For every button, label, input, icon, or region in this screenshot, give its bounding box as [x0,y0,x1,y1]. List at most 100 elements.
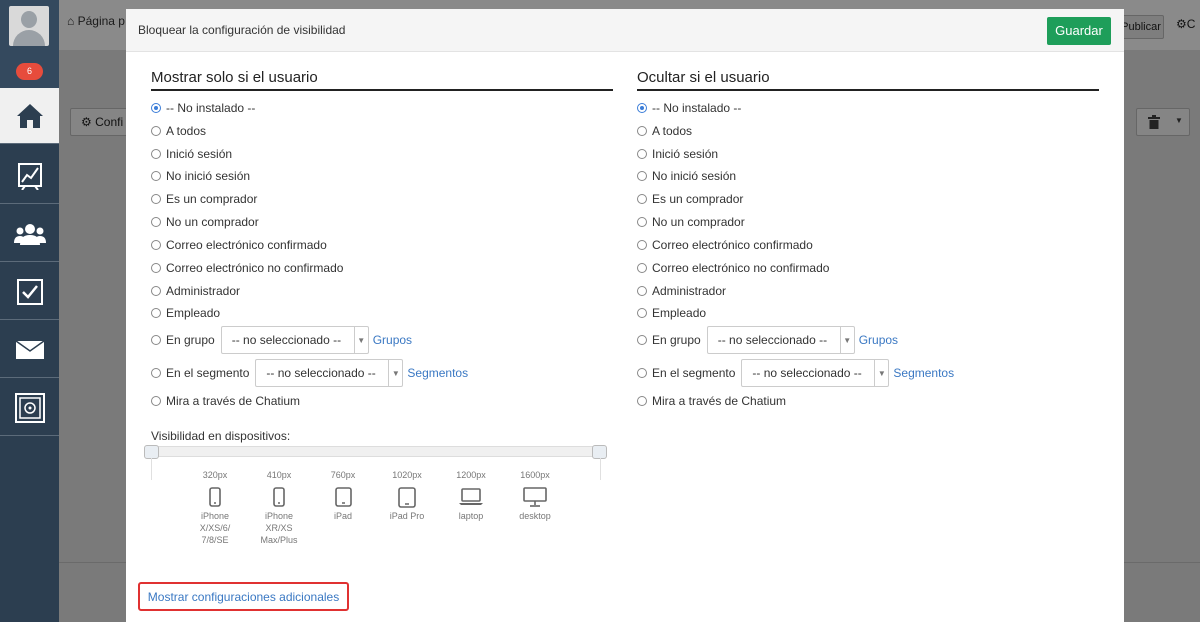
devices-slider-track[interactable] [151,446,606,457]
show-option[interactable]: Inició sesión [151,146,232,162]
radio-button[interactable] [637,217,647,227]
radio-button[interactable] [637,126,647,136]
sidebar-item-users[interactable] [0,206,59,262]
radio-button[interactable] [151,263,161,273]
publish-button[interactable]: Publicar [1118,15,1164,39]
option-label: Es un comprador [652,192,744,206]
modal-header: Bloquear la configuración de visibilidad… [126,9,1124,52]
device-name: iPad [333,511,352,521]
radio-button[interactable] [637,286,647,296]
sidebar-item-stats[interactable] [0,148,59,204]
slider-handle-max[interactable] [592,445,607,459]
radio-button[interactable] [637,263,647,273]
show-option[interactable]: No un comprador [151,214,259,230]
radio-button[interactable] [151,368,161,378]
hide-option-chatium[interactable]: Mira a través de Chatium [637,393,786,409]
radio-button[interactable] [637,396,647,406]
hide-option[interactable]: -- No instalado -- [637,100,741,116]
hide-option[interactable]: Inició sesión [637,146,718,162]
radio-button[interactable] [637,103,647,113]
sidebar-item-safe[interactable] [0,380,59,436]
radio-button[interactable] [637,368,647,378]
radio-button[interactable] [151,308,161,318]
groups-link[interactable]: Grupos [373,333,412,347]
hide-option[interactable]: Correo electrónico confirmado [637,237,813,253]
modal-title: Bloquear la configuración de visibilidad [138,23,346,37]
hide-option[interactable]: A todos [637,123,692,139]
chevron-down-icon: ▼ [388,360,402,386]
radio-button[interactable] [151,194,161,204]
radio-button[interactable] [637,194,647,204]
groups-link[interactable]: Grupos [859,333,898,347]
radio-button[interactable] [151,171,161,181]
show-option-group[interactable]: En grupo -- no seleccionado -- ▼ Grupos [151,325,412,355]
show-option-chatium[interactable]: Mira a través de Chatium [151,393,300,409]
group-select[interactable]: -- no seleccionado -- ▼ [706,326,855,354]
config-menu[interactable]: ⚙C [1176,17,1195,31]
device-name: iPhone X/XS/6/ 7/8/SE [199,511,231,545]
visibility-modal: Bloquear la configuración de visibilidad… [126,9,1124,622]
config-button[interactable]: ⚙ Confi [70,108,130,136]
radio-button[interactable] [637,171,647,181]
delete-button[interactable]: ▼ [1136,108,1190,136]
option-label: A todos [652,124,693,138]
option-label: -- No instalado -- [166,101,256,115]
hide-option-segment[interactable]: En el segmento -- no seleccionado -- ▼ Se… [637,358,954,388]
radio-button[interactable] [637,308,647,318]
chevron-down-icon: ▼ [353,327,368,353]
segment-select[interactable]: -- no seleccionado -- ▼ [741,359,890,387]
option-label: Empleado [166,306,221,320]
radio-button[interactable] [151,217,161,227]
show-option[interactable]: Administrador [151,283,240,299]
radio-button[interactable] [151,149,161,159]
hide-option[interactable]: Administrador [637,283,726,299]
device-iphone-large: 410px iPhone XR/XS Max/Plus [254,470,304,546]
segments-link[interactable]: Segmentos [893,366,954,380]
show-option[interactable]: No inició sesión [151,168,250,184]
show-option[interactable]: -- No instalado -- [151,100,255,116]
hide-option[interactable]: No un comprador [637,214,745,230]
radio-button[interactable] [637,149,647,159]
radio-button[interactable] [151,286,161,296]
radio-button[interactable] [151,240,161,250]
show-option[interactable]: Correo electrónico confirmado [151,237,327,253]
device-width: 1200px [456,470,486,480]
hide-option[interactable]: No inició sesión [637,168,736,184]
segments-link[interactable]: Segmentos [407,366,468,380]
safe-icon [14,392,45,423]
radio-button[interactable] [151,396,161,406]
option-label: Es un comprador [166,192,258,206]
group-select[interactable]: -- no seleccionado -- ▼ [220,326,369,354]
breadcrumb[interactable]: ⌂ Página p [67,14,125,28]
radio-button[interactable] [151,126,161,136]
show-option[interactable]: Es un comprador [151,191,257,207]
avatar[interactable] [9,6,49,46]
option-label: No inició sesión [166,169,251,183]
more-settings-link[interactable]: Mostrar configuraciones adicionales [148,590,339,604]
device-laptop: 1200px laptop [446,470,496,522]
radio-button[interactable] [637,335,647,345]
hide-option[interactable]: Empleado [637,305,706,321]
radio-button[interactable] [151,103,161,113]
show-option[interactable]: A todos [151,123,206,139]
sidebar-item-mail[interactable] [0,322,59,378]
select-value: -- no seleccionado -- [717,333,828,347]
show-option[interactable]: Empleado [151,305,220,321]
option-label: Inició sesión [166,147,233,161]
segment-select[interactable]: -- no seleccionado -- ▼ [255,359,404,387]
sidebar-item-tasks[interactable] [0,264,59,320]
show-option-segment[interactable]: En el segmento -- no seleccionado -- ▼ Se… [151,358,468,388]
save-button[interactable]: Guardar [1047,17,1111,45]
radio-button[interactable] [151,335,161,345]
radio-button[interactable] [637,240,647,250]
hide-option[interactable]: Correo electrónico no confirmado [637,260,829,276]
option-label: No un comprador [652,215,745,229]
slider-handle-min[interactable] [144,445,159,459]
hide-option[interactable]: Es un comprador [637,191,743,207]
hide-option-group[interactable]: En grupo -- no seleccionado -- ▼ Grupos [637,325,898,355]
config-menu-label: C [1186,17,1196,31]
show-option[interactable]: Correo electrónico no confirmado [151,260,343,276]
show-title: Mostrar solo si el usuario [151,69,613,91]
sidebar-item-home[interactable] [0,88,59,144]
notification-badge[interactable]: 6 [16,63,43,80]
